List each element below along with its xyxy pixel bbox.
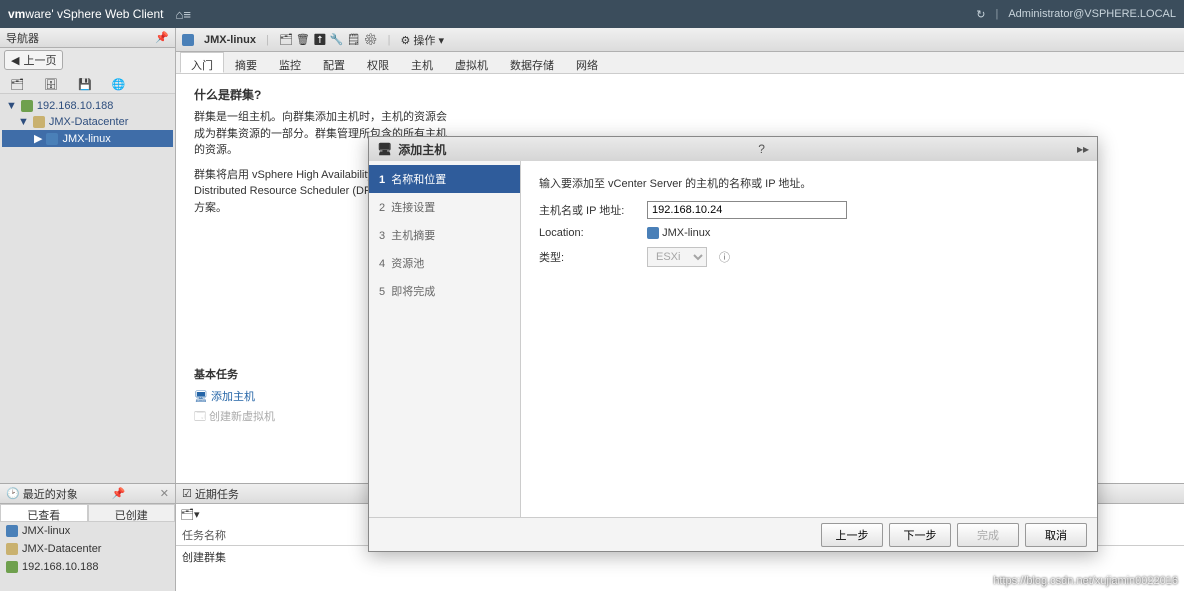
back-button[interactable]: 上一步: [821, 523, 883, 547]
host-ip-label: 主机名或 IP 地址:: [539, 202, 635, 218]
wizard-footer: 上一步 下一步 完成 取消: [369, 517, 1097, 551]
next-button[interactable]: 下一步: [889, 523, 951, 547]
finish-button: 完成: [957, 523, 1019, 547]
wizard-step-2: 2 连接设置: [369, 193, 520, 221]
location-label: Location:: [539, 227, 635, 239]
help-icon[interactable]: ?: [758, 142, 765, 156]
wizard-step-4: 4 资源池: [369, 249, 520, 277]
cancel-button[interactable]: 取消: [1025, 523, 1087, 547]
cluster-icon: [647, 227, 659, 239]
host-add-icon: 🖥: [377, 142, 392, 156]
wizard-step-3: 3 主机摘要: [369, 221, 520, 249]
host-ip-input[interactable]: [647, 201, 847, 219]
wizard-step-5: 5 即将完成: [369, 277, 520, 305]
type-select[interactable]: ESXi: [647, 247, 707, 267]
wizard-steps: 1 名称和位置 2 连接设置 3 主机摘要 4 资源池 5 即将完成: [369, 161, 521, 517]
wizard-instruction: 输入要添加至 vCenter Server 的主机的名称或 IP 地址。: [539, 175, 1079, 191]
wizard-form: 输入要添加至 vCenter Server 的主机的名称或 IP 地址。 主机名…: [521, 161, 1097, 517]
modal-titlebar[interactable]: 🖥 添加主机 ? ▸▸: [369, 137, 1097, 161]
info-icon[interactable]: ⓘ: [719, 249, 730, 265]
type-label: 类型:: [539, 249, 635, 265]
watermark: https://blog.csdn.net/xujiamin0022016: [993, 575, 1178, 587]
wizard-step-1[interactable]: 1 名称和位置: [369, 165, 520, 193]
modal-title-text: 添加主机: [398, 141, 446, 158]
location-value: JMX-linux: [647, 227, 710, 239]
expand-icon[interactable]: ▸▸: [1077, 142, 1089, 156]
add-host-wizard: 🖥 添加主机 ? ▸▸ 1 名称和位置 2 连接设置 3 主机摘要 4 资源池 …: [368, 136, 1098, 552]
